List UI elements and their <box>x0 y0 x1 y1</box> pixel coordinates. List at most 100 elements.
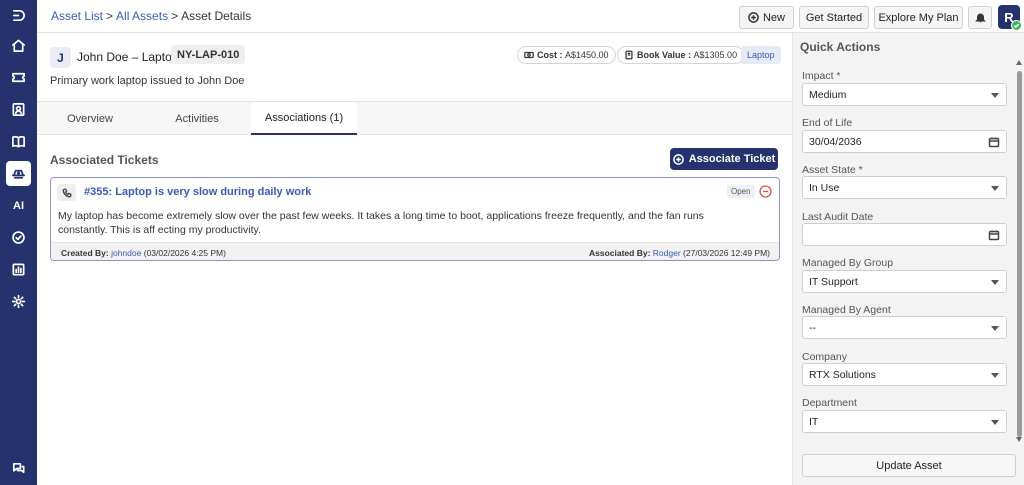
impact-select[interactable]: Medium <box>802 83 1007 106</box>
ticket-footer: Created By: johndoe (03/02/2026 4:25 PM)… <box>51 242 779 260</box>
chevron-down-icon <box>991 93 999 98</box>
remove-association-icon[interactable] <box>759 185 772 198</box>
department-select[interactable]: IT <box>802 410 1007 433</box>
managed-by-group-value: IT Support <box>809 275 858 288</box>
book-icon <box>625 50 633 60</box>
last-audit-date-field[interactable] <box>802 223 1007 246</box>
get-started-button[interactable]: Get Started <box>799 6 869 29</box>
tab-overview[interactable]: Overview <box>37 102 143 135</box>
plus-circle-icon <box>672 153 684 165</box>
asset-state-select[interactable]: In Use <box>802 176 1007 199</box>
assets-icon[interactable] <box>6 161 31 186</box>
sidebar: AI <box>0 0 37 485</box>
home-icon[interactable] <box>6 33 31 58</box>
cost-pill: Cost : A$1450.00 <box>517 46 616 64</box>
ticket-icon[interactable] <box>6 65 31 90</box>
status-badge: Open <box>727 185 755 198</box>
logo-icon[interactable] <box>6 3 31 28</box>
created-by-label: Created By: <box>61 248 109 258</box>
scroll-down-arrow[interactable] <box>1016 437 1022 442</box>
settings-icon[interactable] <box>6 289 31 314</box>
last-audit-date-label: Last Audit Date <box>802 211 874 223</box>
asset-type-badge: Laptop <box>741 46 781 64</box>
breadcrumb-separator: > <box>171 9 179 23</box>
chevron-down-icon <box>991 420 999 425</box>
explore-plan-label: Explore My Plan <box>878 11 959 24</box>
phone-icon <box>57 184 76 201</box>
scroll-up-arrow[interactable] <box>1016 60 1022 65</box>
chevron-down-icon <box>991 280 999 285</box>
end-of-life-date-field[interactable]: 30/04/2036 <box>802 130 1007 153</box>
end-of-life-value: 30/04/2036 <box>809 135 862 148</box>
knowledge-base-icon[interactable] <box>6 129 31 154</box>
department-value: IT <box>809 415 819 428</box>
calendar-icon[interactable] <box>988 136 1000 148</box>
managed-by-group-select[interactable]: IT Support <box>802 270 1007 293</box>
get-started-label: Get Started <box>805 11 863 24</box>
bell-icon <box>974 13 986 23</box>
associated-at: (27/03/2026 12:49 PM) <box>683 248 770 258</box>
chevron-down-icon <box>991 326 999 331</box>
chat-icon[interactable] <box>6 456 31 481</box>
ai-icon[interactable]: AI <box>6 193 31 218</box>
associated-by-label: Associated By: <box>588 248 651 258</box>
quick-actions-panel: Quick Actions Impact * Medium End of Lif… <box>792 33 1024 485</box>
ticket-card[interactable]: #355: Laptop is very slow during daily w… <box>50 177 780 261</box>
book-value-value: A$1305.00 <box>693 50 738 60</box>
ai-label: AI <box>13 199 24 212</box>
created-at: (03/02/2026 4:25 PM) <box>143 248 226 258</box>
managed-by-group-label: Managed By Group <box>802 257 894 269</box>
money-icon <box>524 51 534 59</box>
main-content: J John Doe – Laptop NY-LAP-010 Primary w… <box>37 33 792 485</box>
new-button[interactable]: New <box>739 6 794 29</box>
tab-associations[interactable]: Associations (1) <box>251 102 357 135</box>
quick-actions-title: Quick Actions <box>800 40 881 54</box>
ticket-title-link[interactable]: #355: Laptop is very slow during daily w… <box>84 186 311 198</box>
new-button-label: New <box>762 11 785 24</box>
associated-tickets-title: Associated Tickets <box>50 153 159 167</box>
explore-plan-button[interactable]: Explore My Plan <box>874 6 963 29</box>
chevron-down-icon <box>991 186 999 191</box>
ticket-created-by: Created By: johndoe (03/02/2026 4:25 PM) <box>61 248 226 258</box>
asset-code-badge: NY-LAP-010 <box>171 45 246 64</box>
end-of-life-label: End of Life <box>802 117 853 129</box>
calendar-icon[interactable] <box>988 229 1000 241</box>
asset-description: Primary work laptop issued to John Doe <box>50 75 245 87</box>
book-value-pill: Book Value : A$1305.00 <box>617 46 745 64</box>
asset-state-value: In Use <box>809 181 840 194</box>
breadcrumb: Asset List > All Assets > Asset Details <box>51 9 251 23</box>
impact-value: Medium <box>809 88 847 101</box>
notifications-button[interactable] <box>968 6 992 29</box>
cost-label: Cost : <box>537 50 563 60</box>
ticket-associated-by: Associated By: Rodger (27/03/2026 12:49 … <box>589 248 770 258</box>
top-header: Asset List > All Assets > Asset Details New … <box>37 0 1024 33</box>
asset-avatar: J <box>50 47 71 68</box>
managed-by-agent-select[interactable]: -- <box>802 316 1007 339</box>
breadcrumb-all-assets[interactable]: All Assets <box>116 9 168 23</box>
chevron-down-icon <box>991 373 999 378</box>
associate-ticket-label: Associate Ticket <box>688 153 776 165</box>
breadcrumb-separator: > <box>106 9 114 23</box>
plus-circle-icon <box>748 12 759 23</box>
breadcrumb-current: Asset Details <box>181 9 252 23</box>
tasks-icon[interactable] <box>6 225 31 250</box>
tab-activities[interactable]: Activities <box>143 102 251 135</box>
tab-bar: Overview Activities Associations (1) <box>37 102 792 135</box>
scrollbar-thumb[interactable] <box>1017 71 1022 437</box>
asset-state-label: Asset State * <box>802 164 863 176</box>
contact-icon[interactable] <box>6 97 31 122</box>
associate-ticket-button[interactable]: Associate Ticket <box>670 148 778 170</box>
update-asset-button[interactable]: Update Asset <box>802 454 1016 477</box>
impact-label: Impact * <box>802 70 841 82</box>
associated-by-user-link[interactable]: Rodger <box>653 248 681 258</box>
breadcrumb-asset-list[interactable]: Asset List <box>51 9 103 23</box>
reports-icon[interactable] <box>6 257 31 282</box>
book-value-label: Book Value : <box>637 50 692 60</box>
department-label: Department <box>802 397 857 409</box>
created-by-user-link[interactable]: johndoe <box>111 248 141 258</box>
managed-by-agent-label: Managed By Agent <box>802 304 891 316</box>
company-label: Company <box>802 351 847 363</box>
company-select[interactable]: RTX Solutions <box>802 363 1007 386</box>
company-value: RTX Solutions <box>809 368 876 381</box>
online-status-icon <box>1011 20 1022 31</box>
